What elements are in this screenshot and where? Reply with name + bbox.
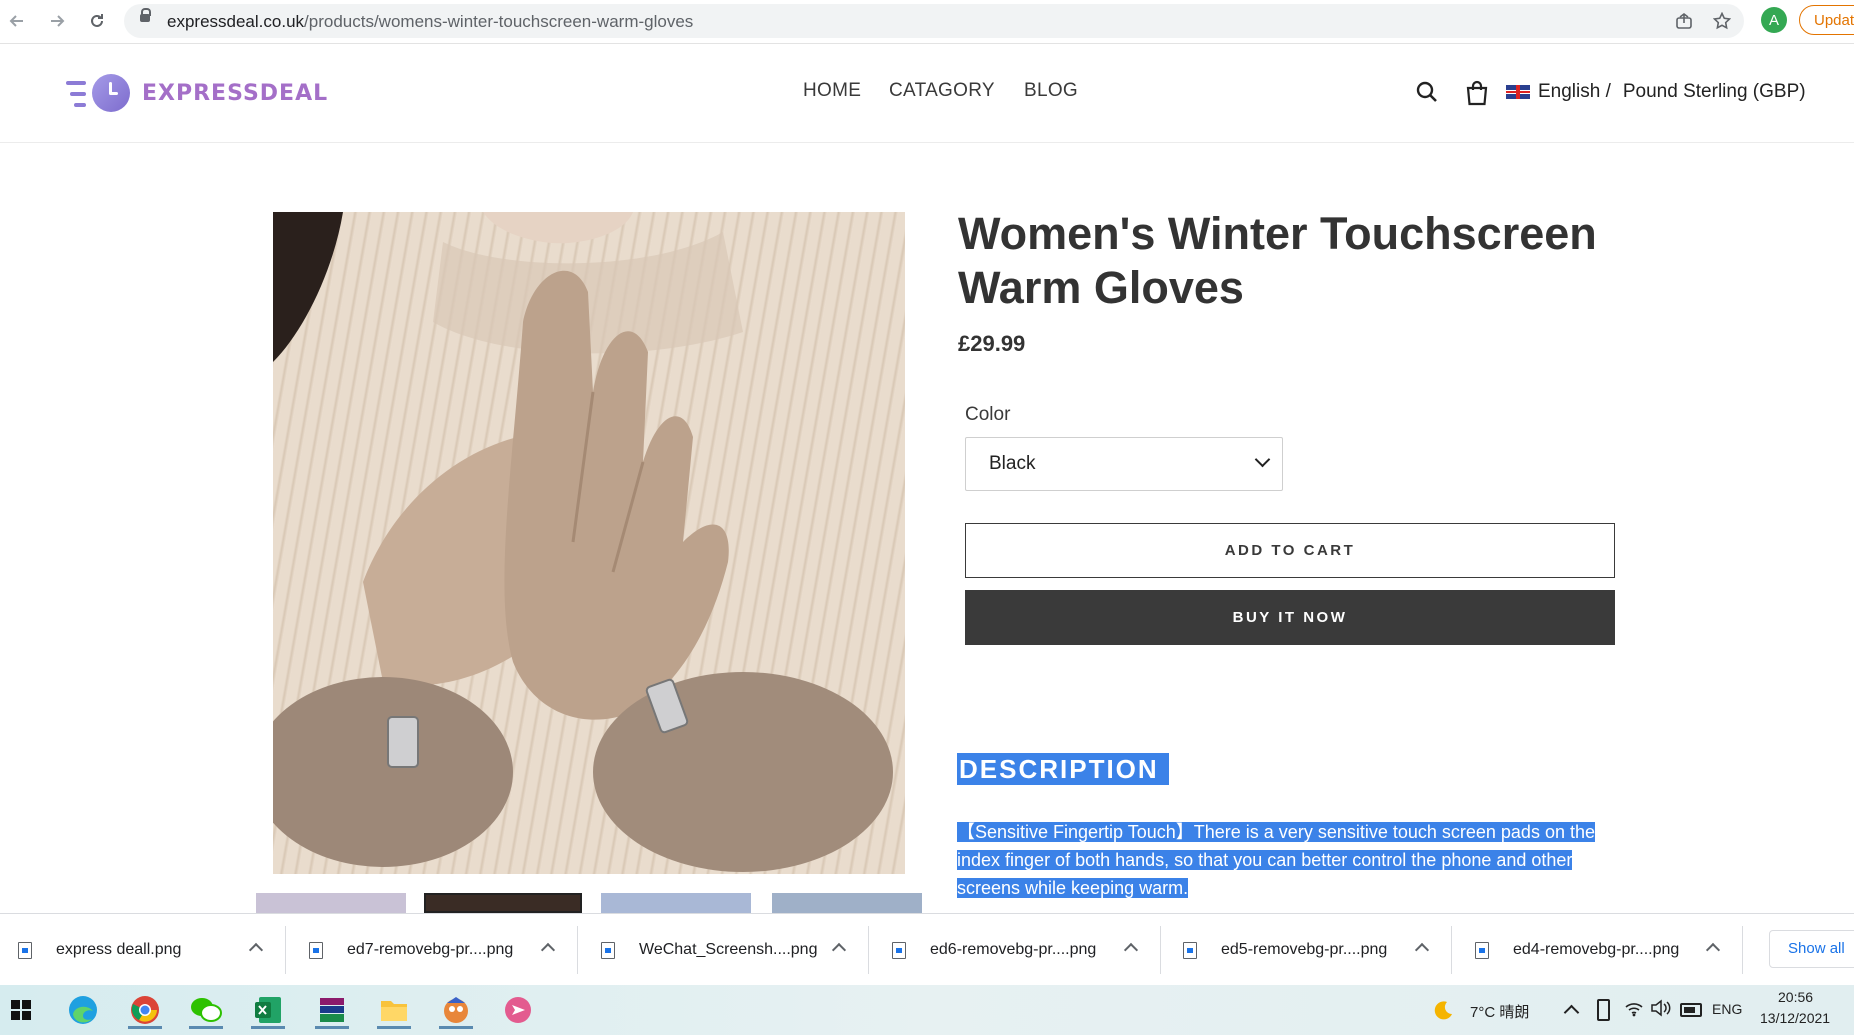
file-icon — [892, 941, 906, 959]
profile-avatar[interactable]: A — [1761, 7, 1787, 33]
browser-toolbar: expressdeal.co.uk/products/womens-winter… — [0, 0, 1854, 44]
thumbnail-3[interactable] — [601, 893, 751, 913]
chevron-up-icon[interactable] — [540, 942, 556, 958]
weather-text[interactable]: 7°C 晴朗 — [1470, 1001, 1529, 1022]
update-button[interactable]: Updat — [1799, 5, 1854, 35]
file-icon — [1475, 941, 1489, 959]
download-bar: express deall.png ed7-removebg-pr....png… — [0, 913, 1854, 986]
site-header: EXPRESSDEAL HOME CATAGORY BLOG English /… — [0, 44, 1854, 143]
product-thumbnails — [256, 893, 928, 913]
windows-taskbar: 7°C 晴朗 ENG 20:56 13/12/2021 — [0, 985, 1854, 1035]
file-icon — [1183, 941, 1197, 959]
language-label: English / — [1538, 81, 1611, 102]
clock-time[interactable]: 20:56 — [1778, 989, 1813, 1005]
language-currency-selector[interactable]: English / Pound Sterling (GBP) — [1506, 81, 1806, 103]
color-select-value: Black — [989, 453, 1036, 474]
volume-icon[interactable] — [1650, 999, 1672, 1022]
download-item[interactable]: ed7-removebg-pr....png — [309, 914, 513, 986]
logo-text: EXPRESSDEAL — [142, 80, 329, 106]
show-all-downloads-button[interactable]: Show all — [1769, 930, 1854, 968]
uk-flag-icon — [1506, 85, 1530, 99]
weather-moon-icon[interactable] — [1432, 999, 1454, 1026]
windows-start-icon[interactable] — [2, 991, 40, 1029]
bookmark-star-icon[interactable] — [1710, 9, 1734, 33]
wechat-icon[interactable] — [187, 991, 225, 1029]
color-select[interactable]: Black — [965, 437, 1283, 491]
download-item[interactable]: ed4-removebg-pr....png — [1475, 914, 1679, 986]
chevron-up-icon[interactable] — [1414, 942, 1430, 958]
winrar-icon[interactable] — [313, 991, 351, 1029]
download-item[interactable]: ed6-removebg-pr....png — [892, 914, 1096, 986]
chevron-up-icon[interactable] — [1705, 942, 1721, 958]
wifi-icon[interactable] — [1624, 999, 1644, 1022]
color-label: Color — [965, 404, 1011, 425]
clock-icon — [92, 74, 130, 112]
file-icon — [601, 941, 615, 959]
nav-home[interactable]: HOME — [803, 80, 861, 102]
description-heading: DESCRIPTION — [957, 753, 1169, 785]
lock-icon — [140, 8, 151, 22]
game-icon[interactable] — [437, 991, 475, 1029]
download-item[interactable]: WeChat_Screensh....png — [601, 914, 817, 986]
chrome-icon[interactable] — [126, 991, 164, 1029]
product-price: £29.99 — [958, 331, 1026, 356]
share-icon[interactable] — [1672, 9, 1696, 33]
download-item[interactable]: express deall.png — [18, 914, 181, 986]
file-icon — [18, 941, 32, 959]
chevron-up-icon[interactable] — [1563, 1004, 1580, 1021]
thumbnail-4[interactable] — [772, 893, 922, 913]
logo-lines-icon — [64, 73, 90, 113]
nav-category[interactable]: CATAGORY — [889, 80, 995, 102]
add-to-cart-button[interactable]: ADD TO CART — [965, 523, 1615, 578]
chevron-down-icon — [1254, 451, 1271, 468]
excel-icon[interactable] — [249, 991, 287, 1029]
url-text[interactable]: expressdeal.co.uk/products/womens-winter… — [167, 12, 693, 32]
description-text: 【Sensitive Fingertip Touch】There is a ve… — [957, 822, 1595, 898]
currency-label: Pound Sterling (GBP) — [1622, 81, 1806, 102]
chevron-up-icon[interactable] — [831, 942, 847, 958]
app-icon[interactable] — [499, 991, 537, 1029]
product-title: Women's Winter Touchscreen Warm Gloves — [958, 208, 1597, 313]
chevron-up-icon[interactable] — [1123, 942, 1139, 958]
usb-icon[interactable] — [1597, 999, 1610, 1021]
cart-bag-icon[interactable] — [1465, 80, 1489, 111]
clock-date[interactable]: 13/12/2021 — [1760, 1010, 1830, 1026]
site-logo[interactable]: EXPRESSDEAL — [64, 71, 328, 115]
file-explorer-icon[interactable] — [375, 991, 413, 1029]
battery-icon[interactable] — [1680, 1003, 1702, 1017]
search-icon[interactable] — [1415, 80, 1439, 109]
thumbnail-1[interactable] — [256, 893, 406, 913]
forward-icon[interactable] — [44, 8, 70, 34]
input-language[interactable]: ENG — [1712, 1001, 1742, 1017]
back-icon[interactable] — [4, 8, 30, 34]
file-icon — [309, 941, 323, 959]
edge-icon[interactable] — [64, 991, 102, 1029]
nav-blog[interactable]: BLOG — [1024, 80, 1078, 102]
download-item[interactable]: ed5-removebg-pr....png — [1183, 914, 1387, 986]
product-main-image[interactable] — [273, 212, 905, 874]
buy-now-button[interactable]: BUY IT NOW — [965, 590, 1615, 645]
thumbnail-2-active[interactable] — [424, 893, 582, 913]
chevron-up-icon[interactable] — [248, 942, 264, 958]
address-bar[interactable]: expressdeal.co.uk/products/womens-winter… — [124, 4, 1744, 38]
reload-icon[interactable] — [84, 8, 110, 34]
